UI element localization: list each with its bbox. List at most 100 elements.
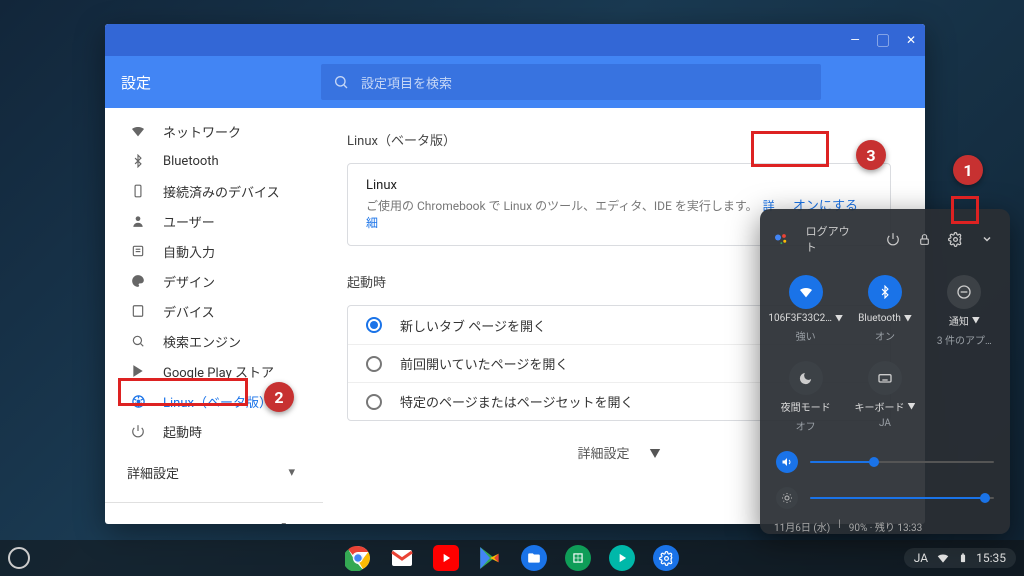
tile-night[interactable]: 夜間モードオフ	[766, 357, 845, 437]
tile-notifications[interactable]: 通知 ▼ 3 件のアプ…	[925, 271, 1004, 351]
sidebar-item-label: ユーザー	[163, 212, 215, 231]
section-linux-title: Linux（ベータ版）	[347, 130, 891, 149]
shelf-apps	[345, 545, 679, 571]
sidebar-item-search[interactable]: 検索エンジン	[105, 326, 323, 356]
chevron-down-icon[interactable]	[974, 226, 1000, 252]
sidebar-item-label: 接続済みのデバイス	[163, 182, 280, 201]
close-button[interactable]: ✕	[903, 32, 919, 48]
minimize-button[interactable]: —	[847, 32, 863, 48]
radio-icon	[366, 394, 382, 410]
sidebar: ネットワーク Bluetooth 接続済みのデバイスユーザー自動入力デザインデバイス…	[105, 108, 323, 524]
sidebar-item-wifi[interactable]: ネットワーク	[105, 116, 323, 146]
quick-settings-panel: ログアウト 106F3F33C2… ▼強い Bluetooth ▼ オン 通知 ▼ 3 …	[760, 209, 1010, 534]
chrome-app-icon[interactable]	[345, 545, 371, 571]
search-icon	[333, 74, 349, 90]
radio-icon	[366, 356, 382, 372]
chevron-down-icon: ▼	[650, 445, 661, 461]
files-app-icon[interactable]	[521, 545, 547, 571]
search-placeholder: 設定項目を検索	[361, 73, 452, 92]
sidebar-item-power[interactable]: 起動時	[105, 416, 323, 446]
tablet-icon	[127, 302, 149, 320]
user-icon	[127, 212, 149, 230]
power-icon	[127, 422, 149, 440]
linux-icon	[127, 392, 149, 410]
tray-date: 11月6日 (水)	[774, 519, 830, 534]
launcher-button[interactable]	[8, 547, 30, 569]
settings-header: 設定 設定項目を検索	[105, 56, 925, 108]
tile-label: Bluetooth ▼	[858, 313, 912, 324]
linux-card-desc: ご使用の Chromebook で Linux のツール、エディタ、IDE を実…	[366, 197, 779, 231]
autofill-icon	[127, 242, 149, 260]
status-tray[interactable]: JA 15:35	[904, 548, 1016, 568]
sidebar-item-label: Linux（ベータ版）	[163, 392, 272, 411]
volume-slider[interactable]	[810, 461, 994, 463]
sidebar-extensions[interactable]: 拡張機能	[105, 513, 323, 524]
battery-status-icon	[958, 551, 968, 565]
radio-label: 前回開いていたページを開く	[400, 354, 568, 373]
brightness-slider-row[interactable]	[776, 487, 994, 509]
sidebar-item-label: Bluetooth	[163, 154, 219, 169]
logout-button[interactable]: ログアウト	[798, 219, 868, 259]
power-icon[interactable]	[880, 226, 906, 252]
media-app-icon[interactable]	[609, 545, 635, 571]
sidebar-item-phone[interactable]: 接続済みのデバイス	[105, 176, 323, 206]
callout-3: 3	[856, 140, 886, 170]
callout-2: 2	[264, 382, 294, 412]
shelf: JA 15:35	[0, 540, 1024, 576]
tile-sublabel: 強い	[796, 328, 816, 343]
palette-icon	[127, 272, 149, 290]
clock: 15:35	[976, 551, 1006, 565]
bluetooth-icon	[868, 275, 902, 309]
volume-slider-row[interactable]	[776, 451, 994, 473]
tile-label: キーボード ▼	[854, 399, 915, 414]
sidebar-item-tablet[interactable]: デバイス	[105, 296, 323, 326]
sidebar-item-label: 起動時	[163, 422, 202, 441]
sidebar-item-play[interactable]: Google Play ストア	[105, 356, 323, 386]
ime-indicator: JA	[914, 551, 928, 565]
page-title: 設定	[121, 72, 321, 93]
tile-sublabel: オン	[875, 328, 895, 343]
search-icon	[127, 332, 149, 350]
tile-label: 通知 ▼	[949, 313, 980, 328]
tile-wifi[interactable]: 106F3F33C2… ▼強い	[766, 271, 845, 351]
gmail-app-icon[interactable]	[389, 545, 415, 571]
window-titlebar: — ▢ ✕	[105, 24, 925, 56]
chevron-down-icon: ▾	[288, 465, 295, 480]
sidebar-item-autofill[interactable]: 自動入力	[105, 236, 323, 266]
sidebar-item-user[interactable]: ユーザー	[105, 206, 323, 236]
search-input[interactable]: 設定項目を検索	[321, 64, 821, 100]
tile-bluetooth[interactable]: Bluetooth ▼ オン	[845, 271, 924, 351]
lock-icon[interactable]	[911, 226, 937, 252]
callout-1: 1	[953, 155, 983, 185]
play-store-app-icon[interactable]	[477, 545, 503, 571]
dnd-icon	[947, 275, 981, 309]
night-icon	[789, 361, 823, 395]
open-external-icon	[273, 522, 287, 524]
tile-keyboard[interactable]: キーボード ▼ JA	[845, 357, 924, 437]
brightness-icon	[776, 487, 798, 509]
play-icon	[127, 362, 149, 380]
youtube-app-icon[interactable]	[433, 545, 459, 571]
sidebar-item-bluetooth[interactable]: Bluetooth	[105, 146, 323, 176]
sidebar-item-label: Google Play ストア	[163, 362, 274, 381]
settings-app-icon[interactable]	[653, 545, 679, 571]
keyboard-icon	[868, 361, 902, 395]
tray-footer: 11月6日 (水) | 90% · 残り 13:33	[764, 513, 1006, 540]
tile-sublabel: JA	[879, 418, 891, 429]
sidebar-item-label: ネットワーク	[163, 122, 241, 141]
tile-sublabel: 3 件のアプ…	[937, 332, 992, 347]
phone-icon	[127, 182, 149, 200]
radio-label: 特定のページまたはページセットを開く	[400, 392, 633, 411]
brightness-slider[interactable]	[810, 497, 994, 499]
sheets-app-icon[interactable]	[565, 545, 591, 571]
sidebar-item-palette[interactable]: デザイン	[105, 266, 323, 296]
assistant-icon[interactable]	[770, 228, 792, 250]
sidebar-advanced-toggle[interactable]: 詳細設定▾	[105, 452, 323, 492]
sidebar-item-label: デバイス	[163, 302, 215, 321]
bluetooth-icon	[127, 152, 149, 170]
settings-gear-icon[interactable]	[943, 226, 969, 252]
maximize-button[interactable]: ▢	[875, 32, 891, 48]
tray-battery: 90% · 残り 13:33	[849, 519, 923, 534]
radio-icon	[366, 317, 382, 333]
tile-sublabel: オフ	[796, 418, 816, 433]
